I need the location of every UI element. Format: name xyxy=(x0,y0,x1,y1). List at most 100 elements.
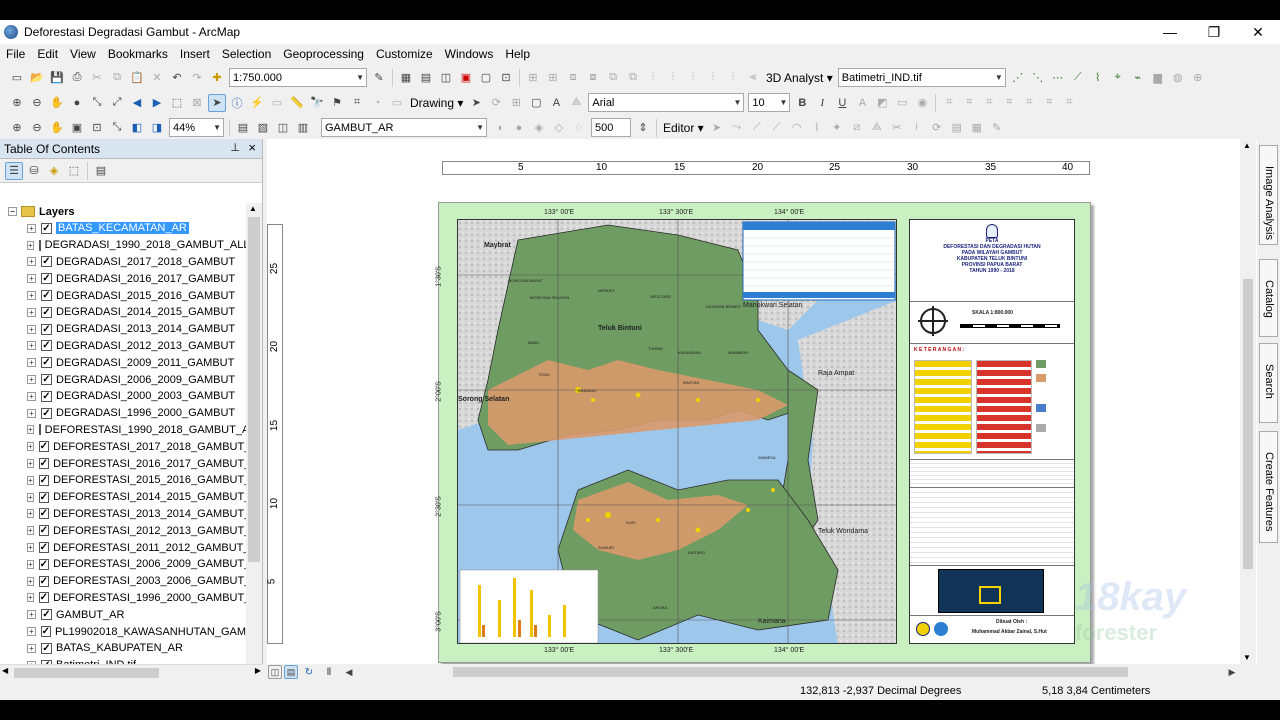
bold-button[interactable]: B xyxy=(793,94,811,112)
layer-name[interactable]: DEGRADASI_2000_2003_GAMBUT xyxy=(56,390,235,402)
layer-name[interactable]: DEGRADASI_2006_2009_GAMBUT xyxy=(56,374,235,386)
toc-layer-row[interactable]: + ✓ DEGRADASI_2006_2009_GAMBUT xyxy=(0,371,246,388)
menu-edit[interactable]: Edit xyxy=(31,47,64,61)
layer-name[interactable]: BATAS_KABUPATEN_AR xyxy=(56,642,183,654)
rectangle-icon[interactable]: ▢ xyxy=(527,94,545,112)
layer-name[interactable]: DEGRADASI_2014_2015_GAMBUT xyxy=(56,306,235,318)
data-driven-pages-icon[interactable]: ▥ xyxy=(294,119,312,137)
scroll-thumb[interactable] xyxy=(1243,279,1253,569)
layer-visibility-checkbox[interactable]: ✓ xyxy=(41,340,52,352)
tab-image-analysis[interactable]: Image Analysis xyxy=(1259,145,1278,245)
map-data-frame[interactable]: Maybrat Teluk Bintuni Manokwari Selatan … xyxy=(457,219,897,644)
zoom-to-selected-icon[interactable]: ⊞ xyxy=(507,94,525,112)
refresh-icon[interactable]: ↻ xyxy=(300,663,318,681)
change-layout-icon[interactable]: ◫ xyxy=(274,119,292,137)
effects-icon[interactable]: ◑ xyxy=(490,119,508,137)
contour-icon[interactable]: ⋱ xyxy=(1029,69,1047,87)
layer-name[interactable]: DEGRADASI_2012_2013_GAMBUT xyxy=(56,340,235,352)
menu-insert[interactable]: Insert xyxy=(174,47,216,61)
expand-icon[interactable]: + xyxy=(27,543,34,553)
toc-layer-row[interactable]: + ✓ DEFORESTASI_1996_2000_GAMBUT_A xyxy=(0,590,246,607)
layer-visibility-checkbox[interactable]: ✓ xyxy=(41,323,52,335)
layout-tool-icon[interactable]: ⊞ xyxy=(544,69,562,87)
toc-layer-row[interactable]: + ✓ BATAS_KABUPATEN_AR xyxy=(0,640,246,657)
scroll-right-icon[interactable]: ▶ xyxy=(1223,663,1241,681)
scroll-left-icon[interactable]: ◀ xyxy=(340,663,358,681)
zoom-out-layout-icon[interactable]: ⊖ xyxy=(28,119,46,137)
sketch-properties-icon[interactable]: ▦ xyxy=(968,119,986,137)
layer-visibility-checkbox[interactable]: ✓ xyxy=(38,491,50,503)
list-by-visibility-icon[interactable]: ◈ xyxy=(45,162,63,180)
restore-button[interactable]: ❐ xyxy=(1192,20,1236,44)
layer-name[interactable]: DEGRADASI_2009_2011_GAMBUT xyxy=(56,357,234,369)
effects-icon[interactable]: ● xyxy=(510,119,528,137)
align-icon[interactable]: ⫶ xyxy=(724,69,742,87)
scroll-up-icon[interactable]: ▲ xyxy=(249,204,257,213)
font-size-combo[interactable]: 10 ▼ xyxy=(748,93,791,112)
layout-tool-icon[interactable]: ⊞ xyxy=(524,69,542,87)
reshape-icon[interactable]: ⟁ xyxy=(868,119,886,137)
layout-vertical-scrollbar[interactable]: ▲ ▼ xyxy=(1240,139,1256,664)
zoom-100-icon[interactable]: ⊡ xyxy=(88,119,106,137)
menu-bookmarks[interactable]: Bookmarks xyxy=(102,47,174,61)
order-icon[interactable]: ⧉ xyxy=(604,69,622,87)
toc-layer-row[interactable]: + ✓ DEFORESTASI_2011_2012_GAMBUT_A xyxy=(0,539,246,556)
expand-icon[interactable]: + xyxy=(27,324,36,334)
marker-color-icon[interactable]: ◉ xyxy=(913,94,931,112)
layer-visibility-checkbox[interactable]: ✓ xyxy=(38,592,50,604)
layer-name[interactable]: DEGRADASI_2013_2014_GAMBUT xyxy=(56,323,235,335)
expand-icon[interactable]: + xyxy=(27,492,34,502)
zoom-in-icon[interactable]: ⊕ xyxy=(8,94,26,112)
layer-visibility-checkbox[interactable]: ✓ xyxy=(41,357,52,369)
line-of-sight-icon[interactable]: ⟋ xyxy=(1069,69,1087,87)
rotate-icon[interactable]: ⟳ xyxy=(928,119,946,137)
target-layer-combo[interactable]: GAMBUT_AR ▼ xyxy=(321,118,487,137)
toc-layer-row[interactable]: + ✓ DEFORESTASI_2015_2016_GAMBUT_A xyxy=(0,472,246,489)
find-icon[interactable]: 🔭 xyxy=(308,94,326,112)
toc-layer-row[interactable]: + ✓ DEGRADASI_2017_2018_GAMBUT xyxy=(0,254,246,271)
italic-button[interactable]: I xyxy=(813,94,831,112)
menu-customize[interactable]: Customize xyxy=(370,47,439,61)
layout-horizontal-scroll-thumb[interactable] xyxy=(453,667,1128,677)
expand-icon[interactable]: + xyxy=(27,526,34,536)
create-features-icon[interactable]: ✎ xyxy=(988,119,1006,137)
endpoint-arc-icon[interactable]: ◠ xyxy=(788,119,806,137)
layer-visibility-checkbox[interactable]: ✓ xyxy=(38,458,50,470)
toc-layer-row[interactable]: + ✓ DEGRADASI_2014_2015_GAMBUT xyxy=(0,304,246,321)
3d-point-icon[interactable]: ⌖ xyxy=(1109,69,1127,87)
close-icon[interactable]: × xyxy=(248,140,256,155)
cut-polygon-icon[interactable]: ✂ xyxy=(888,119,906,137)
layer-name[interactable]: DEGRADASI_2016_2017_GAMBUT xyxy=(56,273,235,285)
full-extent-icon[interactable]: ● xyxy=(68,94,86,112)
globe-icon[interactable]: ◍ xyxy=(1169,69,1187,87)
pan-layout-icon[interactable]: ✋ xyxy=(48,119,66,137)
back-layout-icon[interactable]: ◧ xyxy=(128,119,146,137)
map-scale-combo[interactable]: 1:750.000 ▼ xyxy=(229,68,367,87)
distribute-icon[interactable]: ⫷ xyxy=(744,69,762,87)
menu-windows[interactable]: Windows xyxy=(439,47,500,61)
toc-layer-row[interactable]: + DEFORESTASI_1990_2018_GAMBUT_A xyxy=(0,422,246,439)
expand-icon[interactable]: + xyxy=(27,576,34,586)
measure-icon[interactable]: 📏 xyxy=(288,94,306,112)
expand-icon[interactable]: + xyxy=(27,459,34,469)
layer-visibility-checkbox[interactable]: ✓ xyxy=(40,626,52,638)
layer-visibility-checkbox[interactable]: ✓ xyxy=(38,474,50,486)
toc-layer-row[interactable]: + ✓ DEGRADASI_1996_2000_GAMBUT xyxy=(0,405,246,422)
align-icon[interactable]: ⫶ xyxy=(684,69,702,87)
toc-vertical-scrollbar[interactable]: ▲ ▼ xyxy=(246,203,262,673)
georef-icon[interactable]: ⌗ xyxy=(980,94,998,112)
3d-line-icon[interactable]: ⌁ xyxy=(1129,69,1147,87)
expand-icon[interactable]: + xyxy=(27,391,36,401)
ungroup-icon[interactable]: ⧇ xyxy=(584,69,602,87)
layer-name[interactable]: DEFORESTASI_1996_2000_GAMBUT_A xyxy=(53,592,246,604)
layer-visibility-checkbox[interactable]: ✓ xyxy=(41,273,52,285)
forward-extent-icon[interactable]: ▶ xyxy=(148,94,166,112)
toc-layer-row[interactable]: + ✓ DEGRADASI_2016_2017_GAMBUT xyxy=(0,270,246,287)
tab-search[interactable]: Search xyxy=(1259,343,1278,423)
expand-icon[interactable]: + xyxy=(27,610,36,620)
underline-button[interactable]: U xyxy=(833,94,851,112)
expand-icon[interactable]: + xyxy=(27,593,34,603)
layer-name[interactable]: GAMBUT_AR xyxy=(56,609,124,621)
layer-visibility-checkbox[interactable]: ✓ xyxy=(38,441,50,453)
identify-icon[interactable]: ⓘ xyxy=(228,94,246,112)
